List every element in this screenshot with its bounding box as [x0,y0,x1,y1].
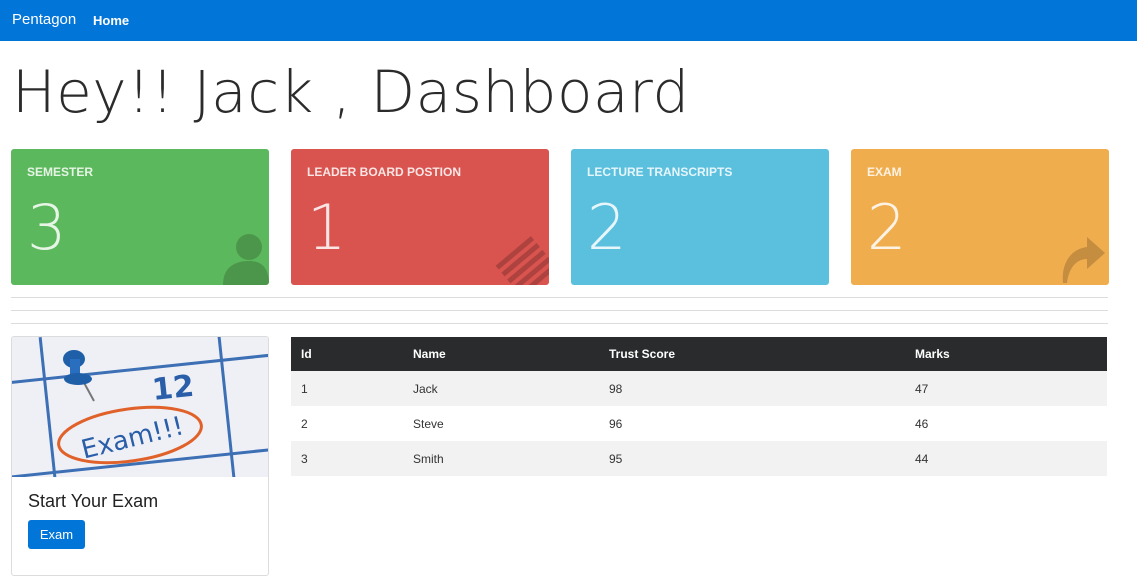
cell-trust-score: 95 [609,451,623,466]
table-row: 2 Steve 96 46 [291,406,1107,441]
exam-card-title: Start Your Exam [28,491,159,511]
share-arrow-icon [1062,237,1105,283]
cell-trust-score: 96 [609,416,623,431]
cell-marks: 44 [915,451,929,466]
column-header-name: Name [413,347,446,361]
stat-value: 3 [27,191,67,264]
stat-value: 2 [587,191,627,264]
navbar: Pentagon Home [0,0,1137,41]
cell-marks: 47 [915,381,929,396]
stat-value: 2 [867,191,907,264]
cell-id: 3 [301,451,308,466]
exam-button[interactable]: Exam [28,520,85,549]
user-icon [223,234,269,285]
stat-value: 1 [307,191,347,264]
table-row: 1 Jack 98 47 [291,371,1107,406]
cell-id: 1 [301,381,308,396]
stat-label: LEADER BOARD POSTION [307,165,462,179]
page-title: Hey!! Jack , Dashboard [12,58,690,126]
table-row: 3 Smith 95 44 [291,441,1107,476]
column-header-marks: Marks [915,347,950,361]
cell-name: Steve [413,416,444,431]
cell-name: Smith [413,451,444,466]
stat-card-exam: EXAM 2 [851,149,1109,285]
divider [11,297,1108,298]
cell-marks: 46 [915,416,929,431]
stat-card-semester: SEMESTER 3 [11,149,269,285]
exam-calendar-image: 12 Exam!!! [12,337,268,477]
column-header-trust-score: Trust Score [609,347,676,361]
document-icon [773,221,829,285]
nav-home-link[interactable]: Home [93,13,129,28]
exam-card: 12 Exam!!! Start Your Exam Exam [11,336,269,576]
list-icon [495,236,549,285]
stat-card-leader-board: LEADER BOARD POSTION 1 [291,149,549,285]
leaderboard-table: Id Name Trust Score Marks 1 Jack 98 47 2… [291,337,1107,476]
stat-label: EXAM [867,165,902,179]
cell-id: 2 [301,416,308,431]
calendar-number: 12 [150,369,195,408]
stat-card-lecture-transcripts: LECTURE TRANSCRIPTS 2 [571,149,829,285]
column-header-id: Id [301,347,312,361]
navbar-brand[interactable]: Pentagon [12,11,76,28]
stat-label: SEMESTER [27,165,94,179]
stat-label: LECTURE TRANSCRIPTS [587,165,733,179]
divider [11,323,1108,324]
table-header-row: Id Name Trust Score Marks [291,337,1107,371]
cell-name: Jack [413,381,438,396]
divider [11,310,1108,311]
cell-trust-score: 98 [609,381,623,396]
